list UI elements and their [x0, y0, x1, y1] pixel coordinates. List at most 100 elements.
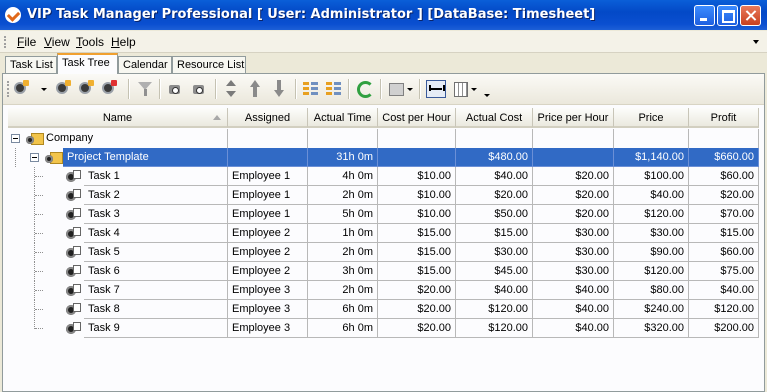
task-cost-per-hour: $20.00 [378, 319, 456, 338]
empty-cell [614, 129, 689, 148]
company-row[interactable]: Company [8, 129, 759, 148]
task-actual-time: 6h 0m [308, 300, 378, 319]
add-user-icon[interactable] [15, 80, 33, 98]
task-profit: $75.00 [689, 262, 759, 281]
task-actual-cost: $40.00 [456, 167, 533, 186]
project-name-cell: Project Template [63, 148, 228, 167]
title-bar[interactable]: VIP Task Manager Professional [ User: Ad… [0, 0, 767, 30]
tab-resource-list[interactable]: Resource List [172, 56, 246, 73]
task-row[interactable]: Task 3 Employee 1 5h 0m $10.00 $50.00 $20.00 $… [8, 205, 759, 224]
company-name: Company [46, 132, 94, 144]
task-assigned: Employee 3 [228, 281, 308, 300]
column-header-actual-cost[interactable]: Actual Cost [456, 108, 533, 128]
menu-bar: File View Tools Help [0, 31, 767, 53]
move-up-down-icon[interactable] [224, 80, 238, 98]
task-row[interactable]: Task 4 Employee 2 1h 0m $15.00 $15.00 $30.00 $… [8, 224, 759, 243]
move-up-icon[interactable] [248, 80, 262, 98]
project-price-per-hour [533, 148, 614, 167]
columns-icon[interactable] [453, 80, 469, 98]
task-row[interactable]: Task 9 Employee 3 6h 0m $20.00 $120.00 $40.00… [8, 319, 759, 338]
toolbar-separator [380, 79, 382, 99]
column-header-profit[interactable]: Profit [689, 108, 759, 128]
maximize-button[interactable] [717, 5, 738, 26]
task-name: Task 6 [84, 262, 228, 281]
task-assigned: Employee 3 [228, 300, 308, 319]
task-row[interactable]: Task 6 Employee 2 3h 0m $15.00 $45.00 $30.00 $… [8, 262, 759, 281]
toolbar-separator [215, 79, 217, 99]
tab-task-tree[interactable]: Task Tree [57, 53, 118, 74]
task-row[interactable]: Task 7 Employee 3 2h 0m $20.00 $40.00 $40.00 $… [8, 281, 759, 300]
menu-view[interactable]: View [44, 35, 70, 49]
task-row[interactable]: Task 5 Employee 2 2h 0m $15.00 $30.00 $30.00 $… [8, 243, 759, 262]
camera-settings-icon[interactable] [191, 80, 207, 98]
menu-tools[interactable]: Tools [76, 35, 104, 49]
task-profit: $60.00 [689, 243, 759, 262]
column-header-cost-per-hour[interactable]: Cost per Hour [378, 108, 456, 128]
task-icon [66, 322, 81, 335]
task-icon [66, 208, 81, 221]
task-name: Task 2 [84, 186, 228, 205]
project-actual-cost: $480.00 [456, 148, 533, 167]
toolbar-overflow-icon[interactable] [484, 94, 490, 97]
project-row[interactable]: Project Template 31h 0m $480.00 $1,140.0… [8, 148, 759, 167]
user-icon[interactable] [57, 80, 75, 98]
add-user-dropdown-icon[interactable] [41, 88, 47, 91]
camera-icon[interactable] [167, 80, 183, 98]
column-header-label: Name [102, 112, 133, 124]
task-cost-per-hour: $20.00 [378, 281, 456, 300]
task-cost-per-hour: $15.00 [378, 262, 456, 281]
column-header-assigned[interactable]: Assigned [228, 108, 308, 128]
task-price-per-hour: $40.00 [533, 281, 614, 300]
view-icon[interactable] [388, 80, 406, 98]
task-assigned: Employee 3 [228, 319, 308, 338]
grid-header: Name Assigned Actual Time Cost per Hour … [8, 108, 759, 128]
column-header-actual-time[interactable]: Actual Time [308, 108, 378, 128]
columns-dropdown-icon[interactable] [471, 88, 477, 91]
edit-user-icon[interactable] [80, 80, 98, 98]
task-cost-per-hour: $10.00 [378, 167, 456, 186]
close-button[interactable] [740, 5, 761, 26]
tab-calendar[interactable]: Calendar [118, 56, 172, 73]
task-row[interactable]: Task 8 Employee 3 6h 0m $20.00 $120.00 $40.00… [8, 300, 759, 319]
task-price: $320.00 [614, 319, 689, 338]
toolbar-grip-icon[interactable] [7, 81, 11, 97]
filter-icon[interactable] [137, 80, 153, 98]
tab-task-list[interactable]: Task List [5, 56, 57, 73]
view-dropdown-icon[interactable] [407, 88, 413, 91]
task-profit: $20.00 [689, 186, 759, 205]
task-icon [66, 284, 81, 297]
task-actual-cost: $40.00 [456, 281, 533, 300]
task-price: $90.00 [614, 243, 689, 262]
task-name: Task 1 [84, 167, 228, 186]
column-header-name[interactable]: Name [8, 108, 228, 128]
task-name: Task 7 [84, 281, 228, 300]
menu-file[interactable]: File [17, 35, 36, 49]
move-down-icon[interactable] [272, 80, 286, 98]
task-price-per-hour: $40.00 [533, 319, 614, 338]
column-header-price[interactable]: Price [614, 108, 689, 128]
fit-columns-icon[interactable] [426, 80, 446, 98]
tree-line [35, 328, 43, 329]
sort-ascending-icon [213, 115, 221, 120]
tree-line [35, 176, 43, 177]
task-actual-time: 2h 0m [308, 281, 378, 300]
toolbar-separator [295, 79, 297, 99]
task-profit: $15.00 [689, 224, 759, 243]
empty-cell [689, 129, 759, 148]
task-row[interactable]: Task 1 Employee 1 4h 0m $10.00 $40.00 $20.00 $… [8, 167, 759, 186]
delete-user-icon[interactable] [103, 80, 121, 98]
collapse-toggle-icon[interactable] [11, 134, 20, 143]
refresh-icon[interactable] [356, 80, 374, 98]
task-assigned: Employee 2 [228, 224, 308, 243]
expand-icon[interactable] [302, 80, 320, 98]
menubar-grip-icon[interactable] [4, 36, 8, 48]
column-header-price-per-hour[interactable]: Price per Hour [533, 108, 614, 128]
task-row[interactable]: Task 2 Employee 1 2h 0m $10.00 $20.00 $20.00 $… [8, 186, 759, 205]
collapse-icon[interactable] [325, 80, 343, 98]
menubar-overflow-chevron-icon[interactable] [753, 40, 759, 44]
minimize-button[interactable] [694, 5, 715, 26]
tree-line [35, 290, 43, 291]
collapse-toggle-icon[interactable] [30, 153, 39, 162]
task-actual-time: 6h 0m [308, 319, 378, 338]
menu-help[interactable]: Help [111, 35, 136, 49]
